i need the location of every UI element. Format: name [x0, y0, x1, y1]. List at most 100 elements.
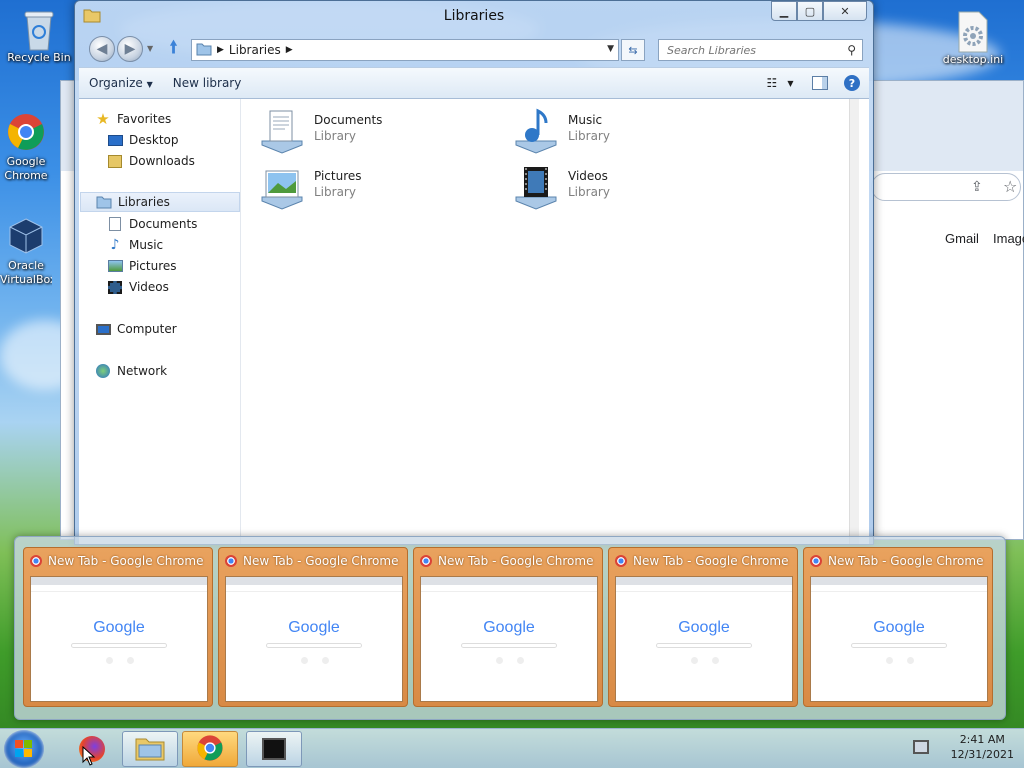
bookmark-star-icon[interactable]: ☆ [1003, 177, 1017, 196]
system-tray: 2:41 AM 12/31/2021 [912, 732, 1014, 762]
preview-pane-button[interactable] [811, 74, 829, 92]
title-bar[interactable]: Libraries ▁ ▢ ✕ [75, 1, 873, 33]
search-input[interactable] [659, 40, 839, 60]
music-icon: ♪ [110, 237, 120, 253]
library-type: Library [568, 185, 610, 199]
chevron-down-icon: ▼ [787, 78, 794, 88]
chrome-icon [30, 555, 42, 567]
recent-pages-dropdown-icon[interactable]: ▼ [147, 44, 153, 53]
library-pictures[interactable]: Pictures Library [258, 163, 498, 213]
library-name: Pictures [314, 169, 362, 183]
breadcrumb-libraries[interactable]: Libraries [229, 43, 281, 57]
thumbnail-title: New Tab - Google Chrome [48, 554, 204, 568]
desktop-icon-virtualbox[interactable]: Oracle VirtualBox [0, 216, 52, 287]
library-videos[interactable]: Videos Library [512, 163, 752, 213]
nav-label: Network [117, 364, 168, 378]
thumbnail-title: New Tab - Google Chrome [633, 554, 789, 568]
thumbnail-chrome-window[interactable]: New Tab - Google Chrome Google [413, 547, 603, 707]
nav-network[interactable]: Network [95, 361, 255, 381]
documents-icon [107, 216, 123, 232]
library-type: Library [568, 129, 610, 143]
images-link[interactable]: Images [993, 231, 1024, 246]
library-music[interactable]: Music Library [512, 107, 752, 157]
chrome-icon [225, 555, 237, 567]
chrome-omnibox[interactable] [871, 173, 1021, 201]
virtualbox-icon [6, 216, 46, 256]
nav-libraries[interactable]: Libraries [80, 192, 240, 212]
start-button[interactable] [4, 730, 44, 768]
breadcrumb-chevron-icon[interactable]: ▶ [286, 45, 293, 55]
taskbar-explorer-button[interactable] [122, 731, 178, 767]
google-logo: Google [678, 619, 730, 636]
chrome-icon [810, 555, 822, 567]
search-icon[interactable]: ⚲ [847, 43, 856, 57]
chevron-down-icon: ▼ [146, 80, 153, 89]
new-library-button[interactable]: New library [163, 76, 252, 90]
vertical-scrollbar[interactable] [849, 99, 859, 544]
taskbar-chrome-button[interactable] [182, 731, 238, 767]
preview-pane-icon [812, 76, 828, 90]
library-documents[interactable]: Documents Library [258, 107, 498, 157]
clock-time: 2:41 AM [959, 733, 1005, 746]
folder-icon [135, 735, 165, 764]
star-icon: ★ [96, 110, 110, 128]
desktop-icon-label: desktop.ini [942, 53, 1004, 66]
thumbnail-chrome-window[interactable]: New Tab - Google Chrome Google [608, 547, 798, 707]
close-icon: ✕ [840, 4, 850, 18]
desktop-icon-desktop-ini[interactable]: desktop.ini [938, 10, 1008, 67]
nav-label: Music [129, 238, 164, 252]
chrome-icon [420, 555, 432, 567]
close-button[interactable]: ✕ [823, 1, 867, 21]
address-bar[interactable]: ▶ Libraries ▶ ▼ [191, 39, 619, 61]
desktop-icon-label: Google Chrome [4, 155, 48, 182]
thumbnail-chrome-window[interactable]: New Tab - Google Chrome Google [218, 547, 408, 707]
nav-computer[interactable]: Computer [95, 319, 255, 339]
library-type: Library [314, 185, 356, 199]
thumbnail-title: New Tab - Google Chrome [438, 554, 594, 568]
google-logo: Google [483, 619, 535, 636]
library-name: Music [568, 113, 603, 127]
search-box[interactable]: ⚲ [658, 39, 863, 61]
refresh-icon: ⇆ [628, 43, 638, 57]
nav-favorites[interactable]: ★ Favorites [95, 109, 255, 129]
thumbnail-chrome-window[interactable]: New Tab - Google Chrome Google [803, 547, 993, 707]
change-view-button[interactable]: ☷ ▼ [767, 74, 794, 92]
chrome-icon [6, 112, 46, 152]
clock[interactable]: 2:41 AM 12/31/2021 [951, 732, 1014, 762]
libraries-content: Documents Library Music Library Pictures Li… [242, 99, 859, 544]
desktop-icon-recycle-bin[interactable]: Recycle Bin [4, 8, 74, 65]
share-icon[interactable]: ⇪ [971, 179, 983, 195]
maximize-button[interactable]: ▢ [797, 1, 823, 21]
windows-logo-icon [15, 740, 32, 757]
breadcrumb-chevron-icon[interactable]: ▶ [217, 45, 224, 55]
network-status-icon[interactable] [912, 740, 929, 754]
desktop-icon-label: Recycle Bin [7, 51, 71, 64]
taskbar: 2:41 AM 12/31/2021 [0, 728, 1024, 768]
help-icon: ? [844, 75, 860, 91]
minimize-button[interactable]: ▁ [771, 1, 797, 21]
up-arrow-icon[interactable]: 🠙 [169, 39, 178, 57]
gmail-link[interactable]: Gmail [945, 231, 979, 246]
refresh-button[interactable]: ⇆ [621, 39, 645, 61]
taskbar-app-button[interactable] [246, 731, 302, 767]
libraries-icon [96, 194, 112, 210]
thumbnail-chrome-window[interactable]: New Tab - Google Chrome Google [23, 547, 213, 707]
help-button[interactable]: ? [843, 74, 861, 92]
forward-button[interactable]: ▶ [117, 36, 143, 62]
videos-library-icon [512, 163, 560, 211]
thumbnail-preview: Google [420, 576, 598, 702]
explorer-window[interactable]: Libraries ▁ ▢ ✕ ◀ ▶ ▼ 🠙 ▶ Libraries ▶ ▼ … [74, 0, 874, 545]
settings-file-icon [953, 10, 993, 53]
documents-library-icon [258, 107, 306, 155]
thumbnail-preview: Google [30, 576, 208, 702]
pictures-icon [107, 258, 123, 274]
nav-label: Desktop [129, 133, 179, 147]
google-logo: Google [93, 619, 145, 636]
desktop-icon-chrome[interactable]: Google Chrome [0, 112, 52, 183]
library-type: Library [314, 129, 356, 143]
address-dropdown-icon[interactable]: ▼ [607, 44, 614, 54]
thumbnail-title: New Tab - Google Chrome [243, 554, 399, 568]
organize-button[interactable]: Organize ▼ [79, 76, 163, 90]
nav-label: Downloads [129, 154, 195, 168]
back-button[interactable]: ◀ [89, 36, 115, 62]
